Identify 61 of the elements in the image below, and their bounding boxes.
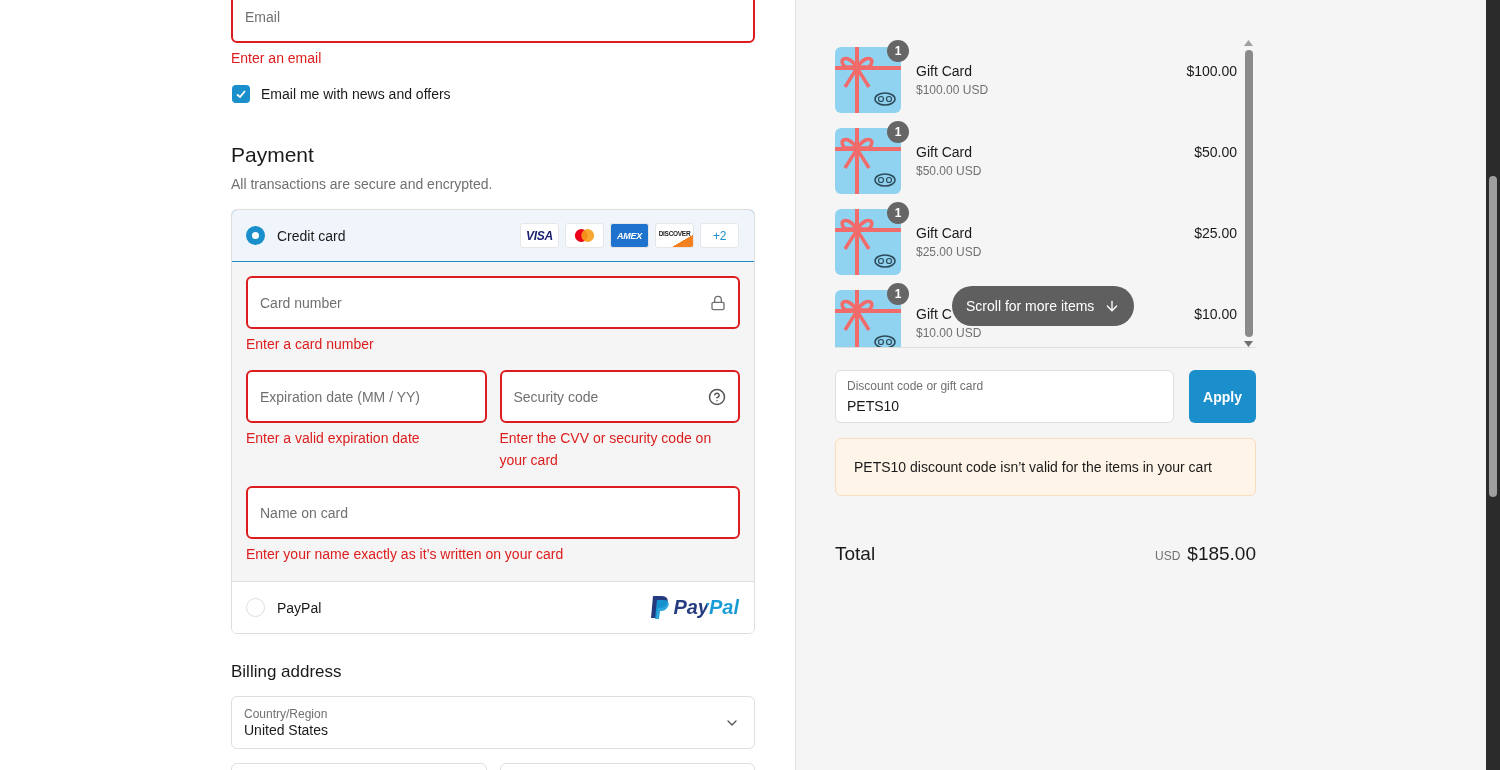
item-price: $100.00 — [1186, 62, 1237, 79]
apply-button[interactable]: Apply — [1189, 370, 1256, 423]
gift-card-drawing — [835, 209, 901, 275]
item-price: $25.00 — [1194, 224, 1237, 241]
gift-card-drawing — [835, 47, 901, 113]
help-icon[interactable] — [708, 387, 726, 406]
error-message: Enter the CVV or security code on your card — [499, 429, 713, 470]
item-price: $50.00 — [1194, 143, 1237, 160]
item-unit-price: $10.00 USD — [916, 326, 982, 340]
item-unit-price: $25.00 USD — [916, 245, 982, 259]
lock-icon — [710, 294, 726, 311]
scroll-down-arrow-icon[interactable] — [1244, 341, 1253, 347]
field-label: Discount code or gift card — [847, 379, 984, 393]
gift-card-drawing — [835, 290, 901, 347]
input-field[interactable]: Expiration date (MM / YY) — [246, 370, 487, 423]
quantity-badge: 1 — [887, 202, 909, 224]
quantity-badge: 1 — [887, 283, 909, 305]
input-field[interactable]: Card number — [246, 276, 740, 329]
section-heading: Billing address — [231, 662, 343, 682]
card-brand-logo — [565, 223, 604, 248]
item-name: Gift Card — [916, 63, 973, 79]
more-brands-badge: +2 — [700, 223, 739, 248]
input-field[interactable]: Name on card — [246, 486, 740, 539]
gift-card-drawing — [835, 128, 901, 194]
total-label: Total — [835, 543, 876, 565]
card-brand-logo: AMEX — [610, 223, 649, 248]
input-field[interactable]: Security code — [499, 370, 740, 423]
page-scrollbar[interactable] — [1486, 0, 1500, 770]
scroll-hint[interactable]: Scroll for more items — [952, 286, 1135, 326]
scroll-up-arrow-icon[interactable] — [1244, 40, 1253, 46]
card-brand-logo: VISA — [520, 223, 559, 248]
payment-method-option[interactable]: PayPal PayPal — [232, 581, 754, 633]
error-message: Enter a card number — [246, 335, 375, 354]
select-value: United States — [244, 722, 330, 738]
section-heading: Payment — [231, 143, 315, 167]
item-name: Gift C — [916, 306, 953, 322]
discount-warning: PETS10 discount code isn’t valid for the items in your cart — [835, 438, 1256, 496]
item-price: $10.00 — [1194, 305, 1237, 322]
item-unit-price: $100.00 USD — [916, 83, 989, 97]
section-subtitle: All transactions are secure and encrypted. — [231, 176, 494, 192]
quantity-badge: 1 — [887, 40, 909, 62]
checkmark-icon — [235, 88, 247, 100]
checkbox[interactable] — [232, 85, 250, 103]
country-select[interactable]: Country/Region United States — [231, 696, 755, 749]
error-message: Enter your name exactly as it’s written on your card — [246, 545, 565, 564]
item-name: Gift Card — [916, 225, 973, 241]
list-scrollbar[interactable] — [1241, 40, 1256, 347]
quantity-badge: 1 — [887, 121, 909, 143]
payment-method-label: Credit card — [277, 227, 346, 244]
total-amount: $185.00 — [1187, 543, 1256, 565]
item-unit-price: $50.00 USD — [916, 164, 982, 178]
currency-code: USD — [1154, 549, 1181, 563]
error-message: Enter a valid expiration date — [246, 429, 421, 448]
radio-button[interactable] — [246, 226, 265, 245]
input-field[interactable]: Email — [231, 0, 755, 43]
error-message: Enter an email — [231, 49, 323, 68]
field-label: Country/Region — [244, 707, 329, 721]
item-name: Gift Card — [916, 144, 973, 160]
paypal-logo: PayPal — [650, 595, 739, 620]
payment-method-label: PayPal — [277, 599, 322, 616]
checkbox-label: Email me with news and offers — [261, 86, 451, 102]
